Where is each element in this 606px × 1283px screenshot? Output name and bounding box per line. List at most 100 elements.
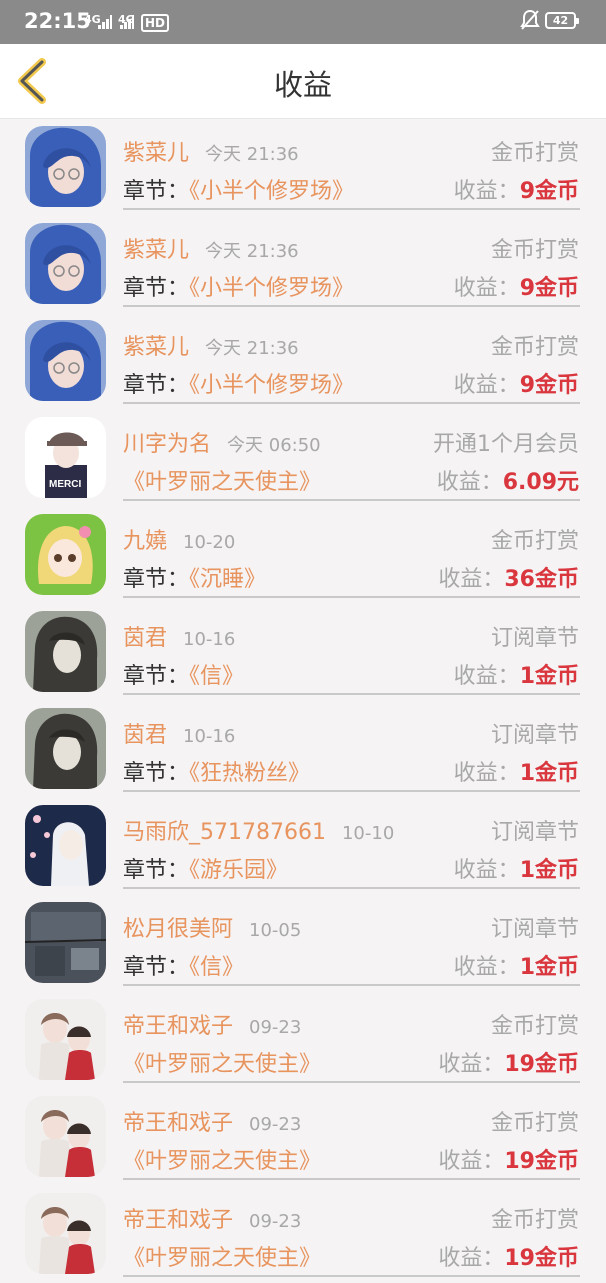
book-title[interactable]: 《叶罗丽之天使主》 xyxy=(123,1246,321,1271)
divider xyxy=(123,887,580,889)
earning-amount: 19金币 xyxy=(504,1149,579,1174)
book-title[interactable]: 《沉睡》 xyxy=(189,567,266,592)
user-name[interactable]: 九嬈 xyxy=(123,529,167,554)
list-item[interactable]: 紫菜儿 今天 21:36 金币打赏 章节：《小半个修罗场》 收益：9金币 xyxy=(0,216,606,313)
transaction-type: 金币打赏 xyxy=(490,1111,579,1136)
earning-amount: 19金币 xyxy=(504,1246,579,1271)
user-name-block: 茵君 10-16 xyxy=(123,620,235,652)
user-name[interactable]: 松月很美阿 xyxy=(123,917,233,942)
chapter-block: 章节：《小半个修罗场》 xyxy=(123,367,354,399)
list-item[interactable]: 帝王和戏子 09-23 金币打赏 《叶罗丽之天使主》 收益：19金币 xyxy=(0,1186,606,1283)
earning-label: 收益： xyxy=(453,761,520,786)
avatar[interactable] xyxy=(25,611,106,692)
book-title[interactable]: 《小半个修罗场》 xyxy=(189,179,354,204)
book-title[interactable]: 《小半个修罗场》 xyxy=(189,276,354,301)
user-name-block: 帝王和戏子 09-23 xyxy=(123,1008,301,1040)
transaction-type: 金币打赏 xyxy=(490,335,579,360)
user-name-block: 紫菜儿 今天 21:36 xyxy=(123,135,299,167)
earning-amount: 9金币 xyxy=(519,373,579,398)
earning-block: 收益：9金币 xyxy=(454,173,579,205)
book-title[interactable]: 《游乐园》 xyxy=(189,858,288,883)
hd-badge: HD xyxy=(141,14,170,32)
list-item[interactable]: MERCI 川字为名 今天 06:50 开通1个月会员 《叶罗丽之天使主》 收益：6.09… xyxy=(0,410,606,507)
earning-block: 收益：1金币 xyxy=(454,852,579,884)
avatar[interactable] xyxy=(25,514,106,595)
divider xyxy=(123,693,580,695)
user-name[interactable]: 帝王和戏子 xyxy=(123,1111,233,1136)
list-item[interactable]: 茵君 10-16 订阅章节 章节：《狂热粉丝》 收益：1金币 xyxy=(0,701,606,798)
list-item[interactable]: 马雨欣_571787661 10-10 订阅章节 章节：《游乐园》 收益：1金币 xyxy=(0,798,606,895)
timestamp: 10-16 xyxy=(183,726,236,747)
avatar[interactable] xyxy=(25,708,106,789)
earning-label: 收益： xyxy=(453,664,520,689)
user-name[interactable]: 紫菜儿 xyxy=(123,141,189,166)
avatar[interactable] xyxy=(25,320,106,401)
user-name[interactable]: 川字为名 xyxy=(123,432,211,457)
user-name[interactable]: 帝王和戏子 xyxy=(123,1014,233,1039)
user-name[interactable]: 茵君 xyxy=(123,723,167,748)
book-title[interactable]: 《狂热粉丝》 xyxy=(189,761,310,786)
timestamp: 今天 21:36 xyxy=(205,241,299,262)
avatar[interactable]: MERCI xyxy=(25,417,106,498)
earning-label: 收益： xyxy=(438,567,505,592)
chapter-block: 章节：《游乐园》 xyxy=(123,852,288,884)
timestamp: 今天 06:50 xyxy=(227,435,321,456)
earning-amount: 1金币 xyxy=(519,858,579,883)
divider xyxy=(123,984,580,986)
avatar[interactable] xyxy=(25,1096,106,1177)
earning-block: 收益：6.09元 xyxy=(437,464,579,496)
user-name[interactable]: 紫菜儿 xyxy=(123,238,189,263)
timestamp: 今天 21:36 xyxy=(205,144,299,165)
timestamp: 10-20 xyxy=(183,532,236,553)
book-title[interactable]: 《叶罗丽之天使主》 xyxy=(123,470,321,495)
user-name[interactable]: 帝王和戏子 xyxy=(123,1208,233,1233)
list-item[interactable]: 帝王和戏子 09-23 金币打赏 《叶罗丽之天使主》 收益：19金币 xyxy=(0,1089,606,1186)
avatar[interactable] xyxy=(25,223,106,304)
chapter-label: 章节： xyxy=(123,179,190,204)
list-item[interactable]: 九嬈 10-20 金币打赏 章节：《沉睡》 收益：36金币 xyxy=(0,507,606,604)
timestamp: 09-23 xyxy=(249,1017,302,1038)
earning-label: 收益： xyxy=(453,373,520,398)
avatar[interactable] xyxy=(25,126,106,207)
earning-amount: 1金币 xyxy=(519,664,579,689)
earning-block: 收益：9金币 xyxy=(454,367,579,399)
chapter-label: 章节： xyxy=(123,567,190,592)
earning-amount: 9金币 xyxy=(519,276,579,301)
timestamp: 今天 21:36 xyxy=(205,338,299,359)
earning-amount: 6.09元 xyxy=(502,470,579,495)
earning-block: 收益：19金币 xyxy=(438,1046,579,1078)
transaction-type: 订阅章节 xyxy=(490,917,579,942)
user-name[interactable]: 马雨欣_571787661 xyxy=(123,820,326,845)
user-name[interactable]: 紫菜儿 xyxy=(123,335,189,360)
user-name[interactable]: 茵君 xyxy=(123,626,167,651)
chapter-label: 章节： xyxy=(123,664,190,689)
user-name-block: 川字为名 今天 06:50 xyxy=(123,426,321,458)
list-item[interactable]: 茵君 10-16 订阅章节 章节：《信》 收益：1金币 xyxy=(0,604,606,701)
book-title[interactable]: 《小半个修罗场》 xyxy=(189,373,354,398)
user-name-block: 帝王和戏子 09-23 xyxy=(123,1202,301,1234)
book-title[interactable]: 《信》 xyxy=(189,664,244,689)
earning-label: 收益： xyxy=(436,470,503,495)
chapter-label: 章节： xyxy=(123,373,190,398)
avatar[interactable] xyxy=(25,999,106,1080)
earning-label: 收益： xyxy=(453,276,520,301)
list-item[interactable]: 松月很美阿 10-05 订阅章节 章节：《信》 收益：1金币 xyxy=(0,895,606,992)
avatar[interactable] xyxy=(25,805,106,886)
book-title[interactable]: 《叶罗丽之天使主》 xyxy=(123,1149,321,1174)
avatar[interactable] xyxy=(25,902,106,983)
chapter-block: 《叶罗丽之天使主》 xyxy=(123,1240,321,1272)
user-name-block: 九嬈 10-20 xyxy=(123,523,235,555)
list-item[interactable]: 紫菜儿 今天 21:36 金币打赏 章节：《小半个修罗场》 收益：9金币 xyxy=(0,119,606,216)
timestamp: 10-05 xyxy=(249,920,302,941)
list-item[interactable]: 帝王和戏子 09-23 金币打赏 《叶罗丽之天使主》 收益：19金币 xyxy=(0,992,606,1089)
list-item[interactable]: 紫菜儿 今天 21:36 金币打赏章节：《小半个修罗场》 收益：9金币 xyxy=(0,313,606,410)
chapter-block: 《叶罗丽之天使主》 xyxy=(123,1046,321,1078)
divider xyxy=(123,596,580,598)
transaction-type: 订阅章节 xyxy=(490,820,579,845)
book-title[interactable]: 《信》 xyxy=(189,955,244,980)
chapter-block: 章节：《信》 xyxy=(123,658,244,690)
book-title[interactable]: 《叶罗丽之天使主》 xyxy=(123,1052,321,1077)
avatar[interactable] xyxy=(25,1193,106,1274)
divider xyxy=(123,402,580,404)
earning-amount: 36金币 xyxy=(504,567,579,592)
